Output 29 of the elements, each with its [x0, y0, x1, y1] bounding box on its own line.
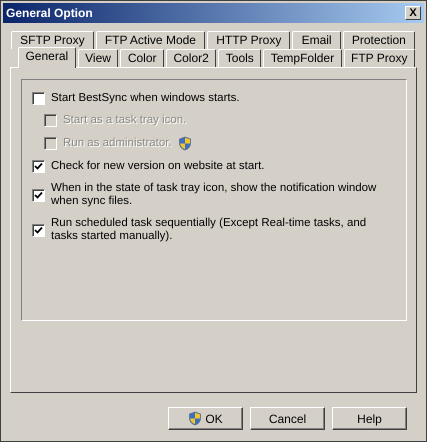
checkbox[interactable] [32, 160, 45, 173]
option-label: When in the state of task tray icon, show the notification window when sync files. [51, 182, 378, 208]
tab[interactable]: Color [120, 49, 164, 67]
tab[interactable]: Color2 [166, 49, 216, 67]
tab[interactable]: FTP Proxy [344, 49, 415, 67]
tab[interactable]: Tools [218, 49, 262, 67]
tab[interactable]: FTP Active Mode [96, 31, 206, 49]
dialog-button[interactable]: OK [168, 407, 243, 430]
close-button[interactable]: X [405, 6, 421, 20]
option-label: Run scheduled task sequentially (Except Real-time tasks, and tasks started manually). [51, 217, 368, 243]
checkbox[interactable] [32, 224, 45, 236]
window-title: General Option [6, 6, 93, 20]
tab[interactable]: Protection [342, 31, 415, 49]
option-label: Run as administrator. [63, 137, 172, 150]
tab[interactable]: Email [292, 31, 341, 49]
shield-icon [188, 411, 202, 426]
tab[interactable]: General [18, 47, 76, 68]
checkbox[interactable] [32, 188, 45, 202]
tab[interactable]: View [78, 49, 118, 67]
shield-icon [178, 136, 192, 151]
dialog-button[interactable]: Help [332, 407, 407, 430]
tab[interactable]: HTTP Proxy [207, 31, 290, 49]
checkbox[interactable] [32, 92, 45, 105]
tab[interactable]: SFTP Proxy [11, 31, 94, 49]
option-label: Start BestSync when windows starts. [51, 92, 240, 105]
dialog-button[interactable]: Cancel [250, 407, 325, 430]
option-label: Check for new version on website at start. [51, 160, 264, 173]
tab[interactable]: TempFolder [263, 49, 342, 67]
option-label: Start as a task tray icon. [63, 114, 186, 127]
